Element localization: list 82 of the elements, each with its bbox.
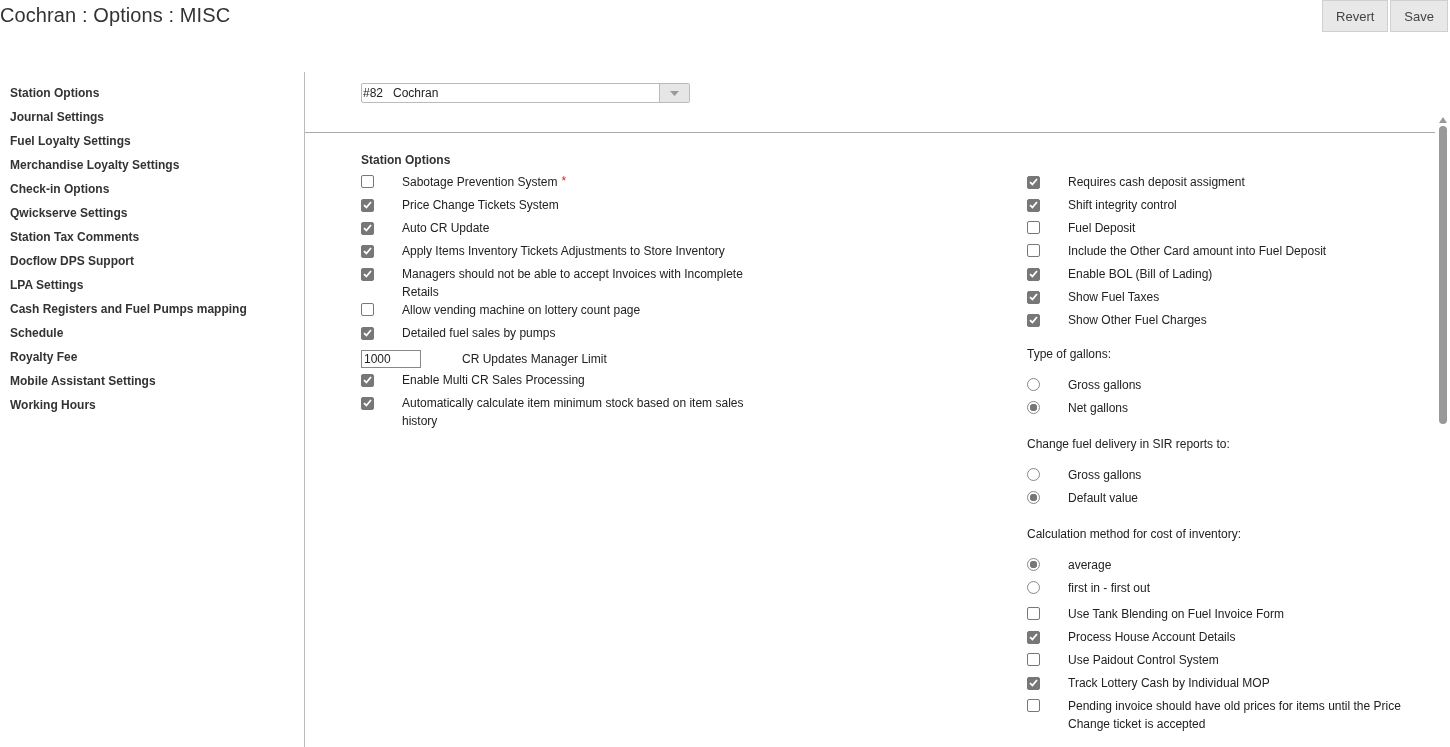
option-label: Requires cash deposit assigment [1068, 174, 1245, 191]
sidebar-item[interactable]: Cash Registers and Fuel Pumps mapping [0, 297, 304, 321]
sidebar-item[interactable]: LPA Settings [0, 273, 304, 297]
sidebar-item[interactable]: Mobile Assistant Settings [0, 369, 304, 393]
option-label: Price Change Tickets System [402, 197, 559, 214]
checkbox[interactable] [361, 396, 374, 410]
checkbox[interactable] [1027, 607, 1040, 620]
page-title: Cochran : Options : MISC [0, 3, 231, 28]
scroll-up-icon[interactable] [1439, 117, 1447, 123]
option-label: first in - first out [1068, 580, 1150, 597]
option-label: Automatically calculate item minimum stock based on item sales history [402, 395, 745, 430]
station-select[interactable]: #82 Cochran [361, 83, 690, 103]
checkbox[interactable] [1027, 244, 1040, 257]
radio-button[interactable] [1027, 491, 1040, 504]
sidebar-item[interactable]: Schedule [0, 321, 304, 345]
option-label: Managers should not be able to accept Invoices with Incomplete Retails [402, 266, 744, 301]
option-label: Auto CR Update [402, 220, 490, 237]
checkbox[interactable] [361, 303, 374, 316]
checkbox[interactable] [361, 326, 374, 340]
checkbox[interactable] [361, 221, 374, 235]
option-label: Show Fuel Taxes [1068, 289, 1160, 306]
checkbox[interactable] [361, 198, 374, 212]
group-label: Change fuel delivery in SIR reports to: [1027, 436, 1231, 453]
group-label: Type of gallons: [1027, 346, 1113, 363]
radio-button[interactable] [1027, 581, 1040, 594]
option-label: CR Updates Manager Limit [462, 350, 607, 368]
radio-button[interactable] [1027, 558, 1040, 571]
checkbox[interactable] [1027, 267, 1040, 281]
option-label: Net gallons [1068, 400, 1129, 417]
option-label: Enable BOL (Bill of Lading) [1068, 266, 1213, 283]
radio-button[interactable] [1027, 378, 1040, 391]
scrollbar-thumb[interactable] [1439, 126, 1447, 424]
sidebar-item[interactable]: Merchandise Loyalty Settings [0, 153, 304, 177]
option-label: Fuel Deposit [1068, 220, 1136, 237]
sidebar-item[interactable]: Journal Settings [0, 105, 304, 129]
checkbox[interactable] [1027, 676, 1040, 690]
option-label: Gross gallons [1068, 377, 1142, 394]
option-label: Shift integrity control [1068, 197, 1177, 214]
option-label: Show Other Fuel Charges [1068, 312, 1207, 329]
checkbox[interactable] [361, 244, 374, 258]
checkbox[interactable] [1027, 290, 1040, 304]
option-label: Detailed fuel sales by pumps [402, 325, 556, 342]
checkbox[interactable] [1027, 653, 1040, 666]
radio-button[interactable] [1027, 401, 1040, 414]
checkbox[interactable] [1027, 630, 1040, 644]
option-label: Allow vending machine on lottery count page [402, 302, 641, 319]
checkbox[interactable] [1027, 221, 1040, 234]
header-button[interactable]: Save [1390, 0, 1448, 32]
option-label: Apply Items Inventory Tickets Adjustments to Store Inventory [402, 243, 725, 260]
checkbox[interactable] [361, 373, 374, 387]
checkbox[interactable] [1027, 175, 1040, 189]
option-label: Use Tank Blending on Fuel Invoice Form [1068, 606, 1284, 623]
section-title: Station Options [361, 152, 452, 168]
number-field[interactable]: 1000 [361, 349, 421, 368]
option-label: average [1068, 557, 1112, 574]
sidebar-item[interactable]: Royalty Fee [0, 345, 304, 369]
option-label: Track Lottery Cash by Individual MOP [1068, 675, 1270, 692]
radio-button[interactable] [1027, 468, 1040, 481]
sidebar-item[interactable]: Qwickserve Settings [0, 201, 304, 225]
sidebar-item[interactable]: Check-in Options [0, 177, 304, 201]
checkbox[interactable] [361, 175, 374, 188]
option-label: Default value [1068, 490, 1139, 507]
option-label: Gross gallons [1068, 467, 1142, 484]
option-label: Enable Multi CR Sales Processing [402, 372, 585, 389]
checkbox[interactable] [1027, 198, 1040, 212]
option-label: Use Paidout Control System [1068, 652, 1219, 669]
checkbox[interactable] [361, 267, 374, 281]
sidebar-item[interactable]: Working Hours [0, 393, 304, 417]
required-mark: * [561, 173, 567, 190]
sidebar-item[interactable]: Station Options [0, 81, 304, 105]
option-label: Include the Other Card amount into Fuel Deposit [1068, 243, 1327, 260]
option-label: Process House Account Details [1068, 629, 1236, 646]
checkbox[interactable] [1027, 313, 1040, 327]
sidebar-item[interactable]: Fuel Loyalty Settings [0, 129, 304, 153]
sidebar-item[interactable]: Docflow DPS Support [0, 249, 304, 273]
header-button[interactable]: Revert [1322, 0, 1389, 32]
caret-icon [670, 90, 679, 96]
option-label: Sabotage Prevention System [402, 174, 558, 191]
option-label: Pending invoice should have old prices for items until the Price Change ticket is accepted [1068, 698, 1402, 733]
checkbox[interactable] [1027, 699, 1040, 712]
group-label: Calculation method for cost of inventory: [1027, 526, 1243, 543]
sidebar-item[interactable]: Station Tax Comments [0, 225, 304, 249]
